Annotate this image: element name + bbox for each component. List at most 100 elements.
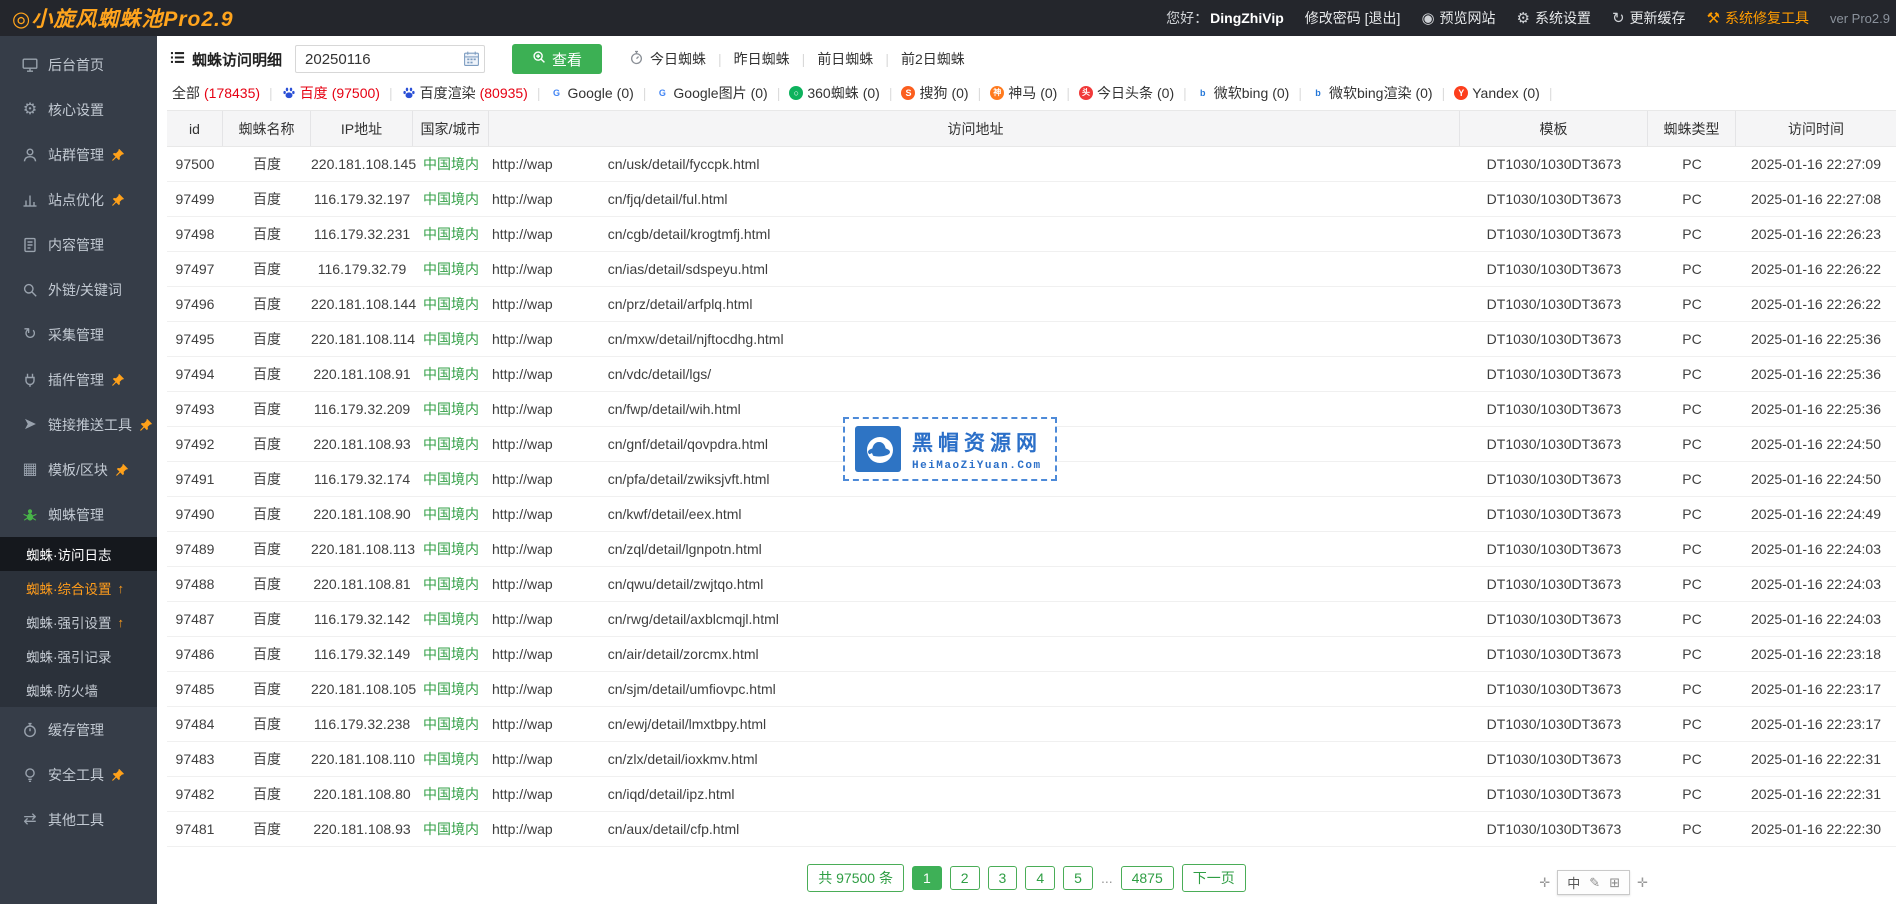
sidebar-item-cache[interactable]: 缓存管理	[0, 707, 157, 752]
next-page-button[interactable]: 下一页	[1182, 864, 1246, 892]
filter-bing[interactable]: b 微软bing(0)	[1196, 83, 1290, 103]
url-path: cn/fwp/detail/wih.html	[608, 401, 741, 417]
sidebar-item-content[interactable]: 内容管理	[0, 222, 157, 267]
last-page-button[interactable]: 4875	[1121, 866, 1174, 890]
sidebar-item-plugins[interactable]: 插件管理	[0, 357, 157, 402]
cell-id: 97495	[167, 331, 223, 347]
cell-template: DT1030/1030DT3673	[1460, 296, 1648, 312]
watermark-logo-icon	[855, 426, 901, 472]
system-settings-link[interactable]: ⚙ 系统设置	[1517, 8, 1591, 28]
toutiao-icon: 头	[1079, 86, 1093, 100]
cell-template: DT1030/1030DT3673	[1460, 331, 1648, 347]
day-before-spiders-link[interactable]: 前日蜘蛛	[817, 49, 873, 69]
filter-shenma[interactable]: 神 神马(0)	[990, 83, 1057, 103]
ime-toolbar[interactable]: 中 ✎ ⊞	[1557, 870, 1630, 895]
page-buttons: 2345	[950, 866, 1093, 890]
redaction-mask	[553, 750, 608, 768]
date-input[interactable]	[295, 45, 485, 73]
url-prefix: http://wap	[492, 681, 553, 697]
filter-sogou[interactable]: S 搜狗(0)	[901, 83, 968, 103]
sidebar-item-security[interactable]: 安全工具	[0, 752, 157, 797]
filter-google-images[interactable]: G Google图片(0)	[655, 83, 767, 103]
filter-bing-render[interactable]: b 微软bing渲染(0)	[1311, 83, 1433, 103]
sidebar-item-spider-access-log[interactable]: 蜘蛛·访问日志	[0, 537, 157, 571]
cell-time: 2025-01-16 22:25:36	[1736, 331, 1896, 347]
cell-time: 2025-01-16 22:27:09	[1736, 156, 1896, 172]
sidebar-item-spider-general-settings[interactable]: 蜘蛛·综合设置 ↑	[0, 571, 157, 605]
page-button-1[interactable]: 1	[912, 866, 942, 890]
cell-url: http://wap cn/cgb/detail/krogtmfj.html	[489, 225, 1460, 243]
page-button[interactable]: 4	[1025, 866, 1055, 890]
change-password-logout-link[interactable]: 修改密码 [退出]	[1305, 8, 1401, 28]
cell-type: PC	[1648, 401, 1736, 417]
sidebar-item-spider-firewall[interactable]: 蜘蛛·防火墙	[0, 673, 157, 707]
sidebar-item-core-settings[interactable]: ⚙ 核心设置	[0, 87, 157, 132]
sidebar-item-other-tools[interactable]: ⇄ 其他工具	[0, 797, 157, 842]
cell-time: 2025-01-16 22:22:30	[1736, 821, 1896, 837]
cell-region: 中国境内	[413, 609, 489, 629]
cell-ip: 220.181.108.113	[311, 541, 413, 557]
filter-google[interactable]: G Google(0)	[550, 85, 634, 101]
sidebar-item-dashboard[interactable]: 后台首页	[0, 42, 157, 87]
quick-links: 今日蜘蛛 | 昨日蜘蛛 | 前日蜘蛛 | 前2日蜘蛛	[629, 49, 965, 69]
filter-yandex[interactable]: Y Yandex(0)	[1454, 85, 1540, 101]
yesterday-spiders-link[interactable]: 昨日蜘蛛	[734, 49, 790, 69]
cell-template: DT1030/1030DT3673	[1460, 191, 1648, 207]
cell-url: http://wap cn/iqd/detail/ipz.html	[489, 785, 1460, 803]
cell-template: DT1030/1030DT3673	[1460, 821, 1648, 837]
ime-language-toggle[interactable]: 中	[1567, 873, 1580, 892]
cell-ip: 220.181.108.90	[311, 506, 413, 522]
calendar-icon[interactable]	[463, 50, 480, 72]
cell-id: 97493	[167, 401, 223, 417]
url-prefix: http://wap	[492, 331, 553, 347]
cell-region: 中国境内	[413, 154, 489, 174]
today-spiders-link[interactable]: 今日蜘蛛	[629, 49, 706, 69]
system-repair-tool-link[interactable]: ⚒ 系统修复工具	[1707, 8, 1809, 28]
url-path: cn/gnf/detail/qovpdra.html	[608, 436, 768, 452]
sidebar-item-spider-force-records[interactable]: 蜘蛛·强引记录	[0, 639, 157, 673]
page-button[interactable]: 2	[950, 866, 980, 890]
preview-site-link[interactable]: ◉ 预览网站	[1421, 8, 1495, 28]
bing-icon: b	[1311, 86, 1325, 100]
url-path: cn/pfa/detail/zwiksjvft.html	[608, 471, 770, 487]
sidebar-item-collection[interactable]: ↻ 采集管理	[0, 312, 157, 357]
cell-url: http://wap cn/ewj/detail/lmxtbpy.html	[489, 715, 1460, 733]
url-path: cn/aux/detail/cfp.html	[608, 821, 740, 837]
page-button[interactable]: 3	[988, 866, 1018, 890]
watermark-subtitle: HeiMaoZiYuan.Com	[912, 460, 1042, 472]
filter-all[interactable]: 全部(178435)	[172, 83, 260, 103]
redaction-mask	[553, 435, 608, 453]
cell-url: http://wap cn/prz/detail/arfplq.html	[489, 295, 1460, 313]
ime-status-bar[interactable]: ✛ 中 ✎ ⊞ ✛	[1539, 870, 1648, 895]
filter-toutiao[interactable]: 头 今日头条(0)	[1079, 83, 1174, 103]
google-icon: G	[550, 86, 564, 100]
url-prefix: http://wap	[492, 471, 553, 487]
filter-baidu[interactable]: 百度(97500)	[282, 83, 380, 103]
cell-spider: 百度	[223, 189, 311, 209]
redaction-mask	[553, 820, 608, 838]
sidebar-item-site-optimize[interactable]: 站点优化	[0, 177, 157, 222]
cell-spider: 百度	[223, 539, 311, 559]
pin-icon	[111, 373, 125, 387]
sidebar-item-site-group[interactable]: 站群管理	[0, 132, 157, 177]
sidebar-item-spider-manage[interactable]: 蜘蛛管理	[0, 492, 157, 537]
filter-baidu-render[interactable]: 百度渲染(80935)	[402, 83, 528, 103]
two-days-before-spiders-link[interactable]: 前2日蜘蛛	[901, 49, 965, 69]
sidebar-item-spider-force-settings[interactable]: 蜘蛛·强引设置 ↑	[0, 605, 157, 639]
cell-template: DT1030/1030DT3673	[1460, 436, 1648, 452]
keyboard-icon[interactable]: ⊞	[1609, 875, 1620, 891]
cell-ip: 116.179.32.142	[311, 611, 413, 627]
cell-type: PC	[1648, 646, 1736, 662]
page-button[interactable]: 5	[1063, 866, 1093, 890]
search-plus-icon	[532, 50, 546, 68]
refresh-cache-link[interactable]: ↻ 更新缓存	[1612, 8, 1686, 28]
cell-region: 中国境内	[413, 294, 489, 314]
sidebar-item-templates[interactable]: ▦ 模板/区块	[0, 447, 157, 492]
sidebar-item-link-push[interactable]: ➤ 链接推送工具	[0, 402, 157, 447]
view-button[interactable]: 查看	[512, 44, 602, 74]
cell-ip: 220.181.108.91	[311, 366, 413, 382]
filter-360-spider[interactable]: ○ 360蜘蛛(0)	[789, 83, 879, 103]
url-path: cn/cgb/detail/krogtmfj.html	[608, 226, 771, 242]
sidebar-item-links-keywords[interactable]: 外链/关键词	[0, 267, 157, 312]
pen-icon[interactable]: ✎	[1589, 875, 1600, 891]
